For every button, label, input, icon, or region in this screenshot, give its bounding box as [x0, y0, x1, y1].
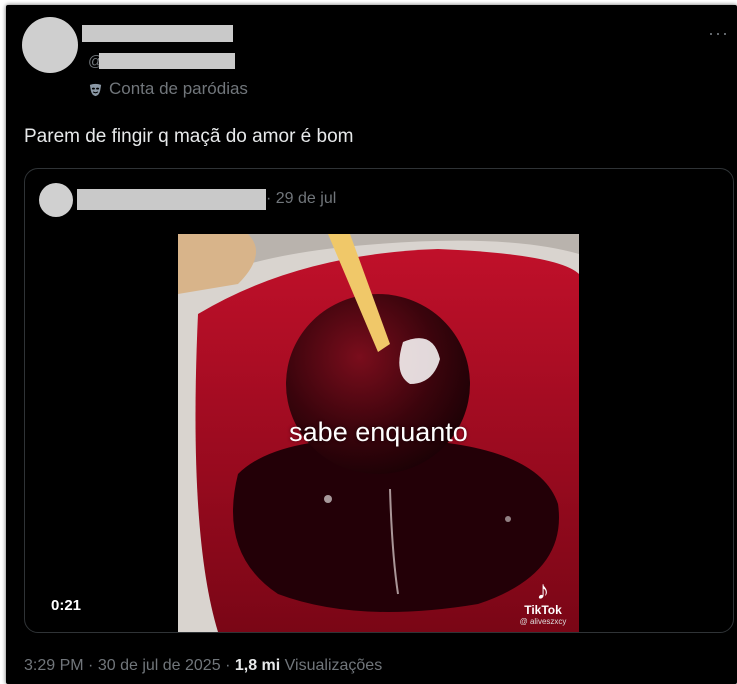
- separator: ·: [88, 657, 94, 674]
- parody-badge: Conta de paródias: [88, 79, 248, 99]
- tweet-card: @ Conta de paródias ··· Parem de fingir …: [6, 5, 737, 684]
- views-label: Visualizações: [284, 657, 383, 674]
- quoted-author-avatar[interactable]: [39, 183, 73, 217]
- tweet-text: Parem de fingir q maçã do amor é bom: [24, 126, 354, 147]
- parody-badge-label: Conta de paródias: [109, 79, 248, 98]
- separator: ·: [225, 657, 231, 674]
- author-avatar[interactable]: [22, 17, 78, 73]
- video-duration: 0:21: [51, 597, 82, 614]
- video-player[interactable]: sabe enquanto ♪ TikTok @ aliveszxcy: [178, 234, 579, 632]
- post-date[interactable]: 30 de jul de 2025: [98, 657, 221, 674]
- more-options-icon[interactable]: ···: [708, 23, 729, 44]
- tweet-metadata: 3:29 PM · 30 de jul de 2025 · 1,8 mi Vis…: [24, 657, 382, 675]
- views-count: 1,8 mi: [234, 657, 281, 674]
- video-caption: sabe enquanto: [289, 417, 468, 447]
- tiktok-name: TikTok: [524, 603, 562, 617]
- author-handle-redacted: [99, 53, 235, 69]
- tiktok-user: @ aliveszxcy: [519, 617, 567, 626]
- quoted-author-redacted: [77, 189, 266, 210]
- author-name-redacted: [82, 25, 233, 42]
- quoted-date[interactable]: · 29 de jul: [266, 190, 336, 208]
- mask-icon: [89, 83, 102, 96]
- post-time[interactable]: 3:29 PM: [24, 657, 84, 674]
- tiktok-watermark: ♪ TikTok @ aliveszxcy: [513, 577, 573, 626]
- quoted-tweet[interactable]: · 29 de jul sabe enquanto ♪ TikTok @ ali…: [24, 168, 734, 633]
- tiktok-icon: ♪: [536, 575, 550, 605]
